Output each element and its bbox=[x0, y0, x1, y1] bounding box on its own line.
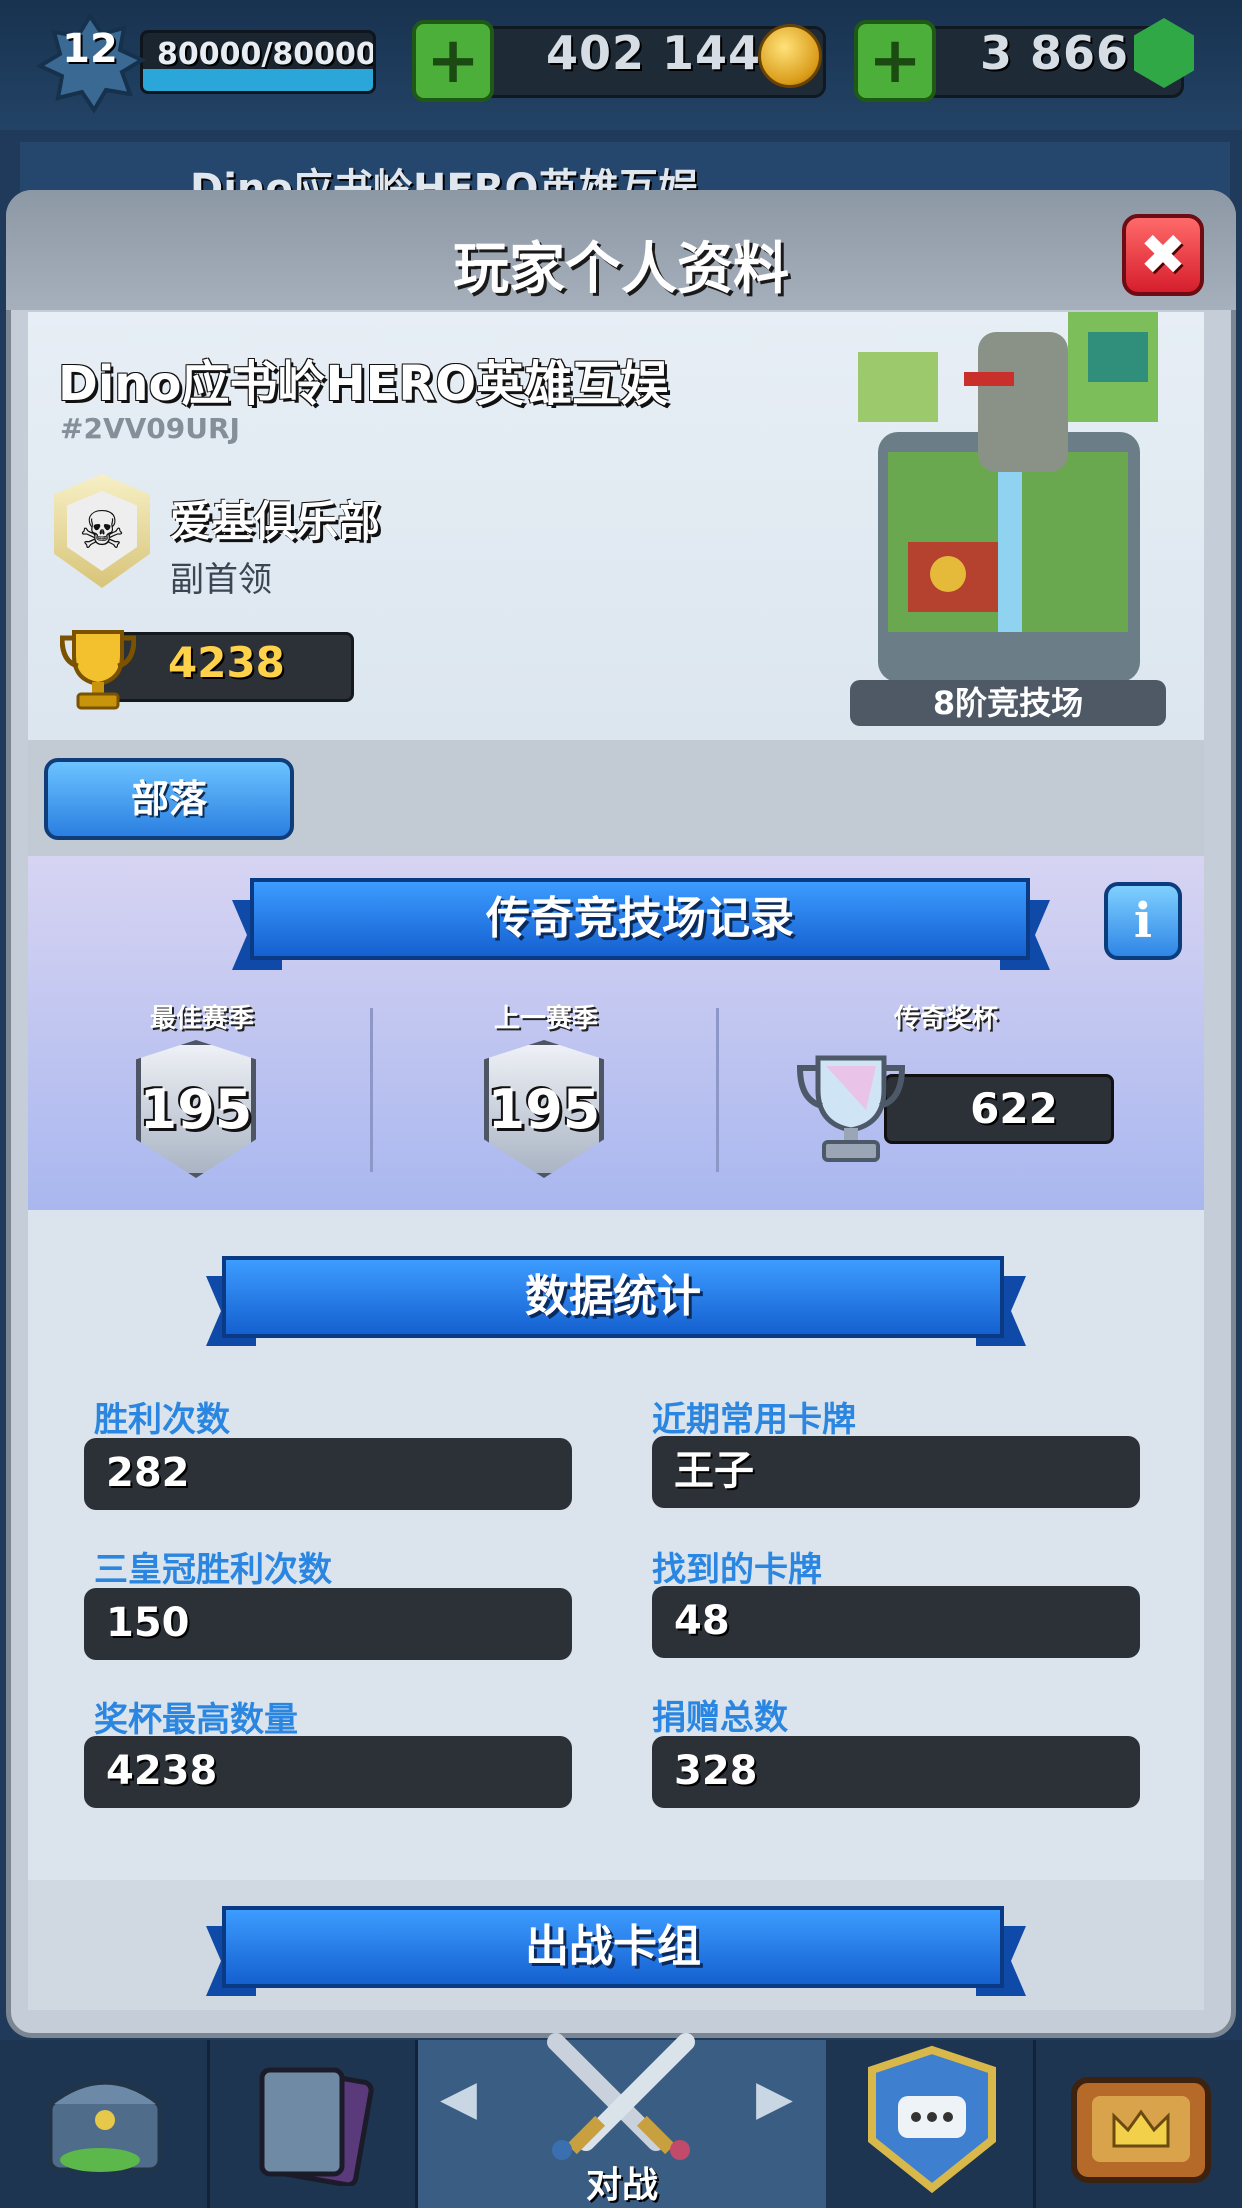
stat-value-favorite-card: 王子 bbox=[652, 1436, 1140, 1508]
crossed-swords-icon bbox=[547, 2033, 695, 2160]
nav-left-arrow[interactable]: ◀ bbox=[440, 2070, 477, 2126]
stats-title: 数据统计 bbox=[222, 1256, 1004, 1338]
nav-battle-label: 对战 bbox=[585, 2165, 658, 2206]
deck-title: 出战卡组 bbox=[222, 1906, 1004, 1988]
legend-trophy-icon bbox=[796, 1055, 906, 1162]
chat-shield-icon bbox=[868, 2045, 996, 2194]
gold-value: 402 144 bbox=[546, 26, 762, 80]
clan-role: 副首领 bbox=[170, 560, 272, 600]
tribe-button[interactable]: 部落 bbox=[44, 758, 294, 840]
nav-cards-tab[interactable] bbox=[210, 2040, 418, 2208]
nav-clan-tab[interactable] bbox=[826, 2040, 1036, 2208]
close-icon: ✖ bbox=[1139, 222, 1187, 288]
legend-arena-title: 传奇竞技场记录 bbox=[250, 878, 1030, 960]
stat-value-highest-trophies: 4238 bbox=[84, 1736, 572, 1808]
arena-image bbox=[858, 312, 1158, 682]
add-gems-button[interactable]: + bbox=[854, 20, 936, 102]
stat-value-cards-found: 48 bbox=[652, 1586, 1140, 1658]
stat-label-favorite-card: 近期常用卡牌 bbox=[652, 1400, 856, 1440]
chest-icon bbox=[47, 2079, 163, 2173]
stat-label-cards-found: 找到的卡牌 bbox=[652, 1550, 822, 1590]
section-divider bbox=[370, 1008, 373, 1172]
tv-royale-icon bbox=[1071, 2077, 1211, 2183]
legend-trophy-label: 传奇奖杯 bbox=[893, 1004, 998, 1034]
gold-coin-icon bbox=[758, 24, 822, 88]
xp-bar-fill bbox=[143, 69, 373, 91]
stat-value-wins: 282 bbox=[84, 1438, 572, 1510]
add-gold-button[interactable]: + bbox=[412, 20, 494, 102]
arena-label: 8阶竞技场 bbox=[850, 680, 1166, 726]
nav-shop-tab[interactable] bbox=[0, 2040, 210, 2208]
stat-label-three-crown-wins: 三皇冠胜利次数 bbox=[94, 1550, 332, 1590]
trophy-count: 4238 bbox=[168, 638, 285, 687]
best-season-label: 最佳赛季 bbox=[149, 1004, 254, 1034]
modal-title: 玩家个人资料 bbox=[453, 237, 789, 302]
nav-tv-tab[interactable] bbox=[1036, 2040, 1242, 2208]
stat-label-total-donations: 捐赠总数 bbox=[652, 1698, 788, 1738]
info-button[interactable]: i bbox=[1104, 882, 1182, 960]
clan-name[interactable]: 爱基俱乐部 bbox=[170, 488, 380, 549]
last-season-label: 上一赛季 bbox=[493, 1004, 598, 1034]
skull-icon: ☠ bbox=[67, 491, 137, 571]
xp-text: 80000/80000 bbox=[157, 37, 376, 72]
stat-value-total-donations: 328 bbox=[652, 1736, 1140, 1808]
stat-label-wins: 胜利次数 bbox=[94, 1400, 230, 1440]
plus-icon: + bbox=[426, 24, 480, 98]
stat-value-three-crown-wins: 150 bbox=[84, 1588, 572, 1660]
level-number: 12 bbox=[62, 26, 118, 72]
player-name: Dino应书岭HERO英雄互娱 bbox=[58, 356, 669, 412]
trophy-icon bbox=[60, 630, 136, 710]
legend-trophy-bar: 622 bbox=[884, 1074, 1114, 1144]
stat-label-highest-trophies: 奖杯最高数量 bbox=[94, 1700, 298, 1740]
cards-icon bbox=[259, 2067, 374, 2186]
close-button[interactable]: ✖ bbox=[1122, 214, 1204, 296]
plus-icon: + bbox=[868, 24, 922, 98]
xp-bar: 80000/80000 bbox=[140, 30, 376, 94]
nav-right-arrow[interactable]: ▶ bbox=[756, 2070, 793, 2126]
player-tag: #2VV09URJ bbox=[60, 412, 240, 445]
section-divider bbox=[716, 1008, 719, 1172]
gem-value: 3 866 bbox=[980, 26, 1130, 80]
